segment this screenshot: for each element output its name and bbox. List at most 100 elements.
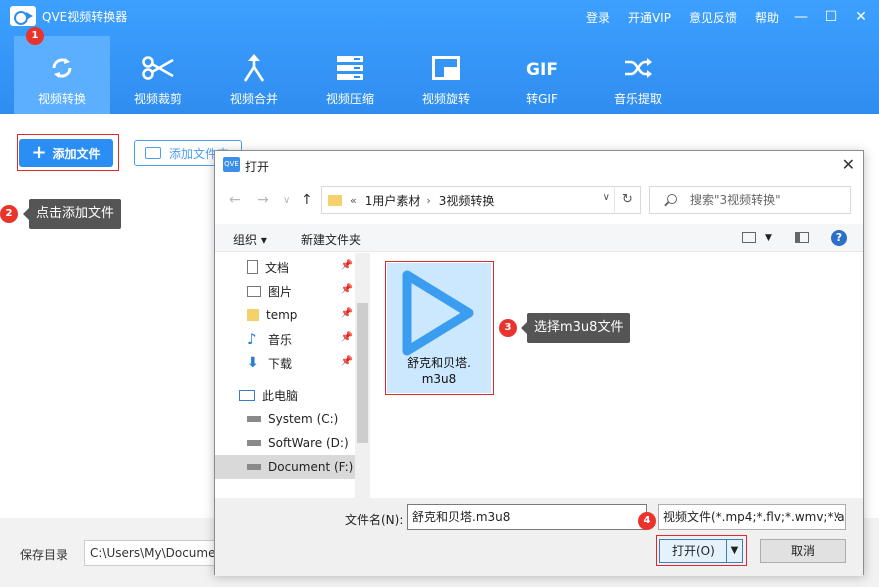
view-dropdown-icon[interactable]: ▼ <box>765 233 772 243</box>
pin-icon: 📌 <box>340 356 353 367</box>
nav-item-label: 此电脑 <box>262 388 299 403</box>
document-icon <box>247 260 258 274</box>
dialog-close-button[interactable]: ✕ <box>842 155 855 174</box>
dialog-app-icon: QVE <box>223 157 240 172</box>
step-badge-1: 1 <box>26 27 44 45</box>
nav-item-label: Document (F:) <box>268 460 354 474</box>
tool-video-convert[interactable]: 视频转换 <box>14 36 110 114</box>
vip-link[interactable]: 开通VIP <box>628 9 671 26</box>
nav-item-downloads[interactable]: ⬇ 下载 📌 <box>215 351 355 375</box>
compress-icon <box>330 54 370 82</box>
dialog-titlebar: QVE 打开 ✕ <box>215 151 863 181</box>
nav-item-music[interactable]: ♪ 音乐 📌 <box>215 327 355 351</box>
pin-icon: 📌 <box>340 308 353 319</box>
login-link[interactable]: 登录 <box>586 9 610 26</box>
top-links: 登录 开通VIP 意见反馈 帮助 <box>586 9 779 26</box>
nav-item-label: 文档 <box>265 260 290 275</box>
app-title: QVE视频转换器 <box>42 10 128 24</box>
app-header: QVE视频转换器 登录 开通VIP 意见反馈 帮助 — ☐ ✕ 视频转换 视频裁… <box>0 0 879 114</box>
forward-arrow-icon[interactable]: → <box>257 192 269 208</box>
view-options-icon[interactable] <box>742 232 756 243</box>
nav-item-pictures[interactable]: 图片 📌 <box>215 279 355 303</box>
nav-scrollbar-thumb[interactable] <box>357 303 368 443</box>
preview-pane-icon[interactable] <box>795 232 809 243</box>
app-logo-icon <box>10 6 36 26</box>
highlight-file <box>385 261 494 395</box>
recent-dropdown-icon[interactable]: ∨ <box>283 195 290 206</box>
nav-item-this-pc[interactable]: 此电脑 <box>215 383 355 407</box>
nav-item-label: 下载 <box>268 356 293 371</box>
nav-item-drive-c[interactable]: System (C:) <box>215 407 355 431</box>
dialog-command-bar: 组织 ▾ 新建文件夹 ▼ ? <box>215 224 863 252</box>
shuffle-icon <box>618 54 658 82</box>
nav-item-drive-f[interactable]: Document (F:) <box>215 455 355 479</box>
tool-label: 视频转换 <box>37 92 86 106</box>
feedback-link[interactable]: 意见反馈 <box>689 9 737 26</box>
step-tip-3: 选择m3u8文件 <box>520 313 631 343</box>
dialog-title: 打开 <box>245 160 270 174</box>
highlight-add-file <box>17 134 119 171</box>
search-icon <box>667 194 677 204</box>
tool-to-gif[interactable]: GIF 转GIF <box>494 36 590 114</box>
drive-icon <box>247 416 261 422</box>
minimize-button[interactable]: — <box>790 6 812 28</box>
scissors-icon <box>138 54 178 82</box>
cancel-button[interactable]: 取消 <box>760 539 846 563</box>
drive-icon <box>247 440 261 446</box>
chevron-right-icon: › <box>426 193 431 207</box>
step-badge-3: 3 <box>499 319 517 337</box>
maximize-button[interactable]: ☐ <box>820 6 842 28</box>
toolbar: 视频转换 视频裁剪 视频合并 视频压缩 视频旋转 GIF 转GIF 音乐提取 <box>14 36 686 114</box>
dialog-footer: 文件名(N): 舒克和贝塔.m3u8 视频文件(*.mp4;*.flv;*.wm… <box>215 498 863 576</box>
drive-icon <box>247 464 261 470</box>
nav-scrollbar[interactable] <box>355 253 370 498</box>
music-icon: ♪ <box>247 330 257 348</box>
file-type-select[interactable]: 视频文件(*.mp4;*.flv;*.wmv;*.a <box>658 504 846 530</box>
organize-menu[interactable]: 组织 ▾ <box>233 231 267 248</box>
overflow-chevron-icon[interactable]: « <box>350 194 357 207</box>
back-arrow-icon[interactable]: ← <box>229 192 241 208</box>
picture-icon <box>247 285 261 297</box>
address-bar[interactable]: « 1用户素材 › 3视频转换 ∨ ↻ <box>321 186 641 214</box>
pin-icon: 📌 <box>340 284 353 295</box>
step-tip-2: 点击添加文件 <box>22 199 122 229</box>
search-input[interactable]: 搜索"3视频转换" <box>649 186 851 214</box>
tool-label: 视频裁剪 <box>133 92 182 106</box>
tool-video-merge[interactable]: 视频合并 <box>206 36 302 114</box>
address-dropdown-icon[interactable]: ∨ <box>603 192 610 203</box>
tool-label: 转GIF <box>526 92 558 106</box>
open-file-dialog: QVE 打开 ✕ ← → ∨ ↑ « 1用户素材 › 3视频转换 ∨ ↻ 搜索"… <box>214 150 864 576</box>
nav-item-label: 图片 <box>268 284 293 299</box>
dialog-nav-row: ← → ∨ ↑ « 1用户素材 › 3视频转换 ∨ ↻ 搜索"3视频转换" <box>215 185 863 217</box>
close-app-button[interactable]: ✕ <box>850 6 872 28</box>
svg-text:GIF: GIF <box>526 60 558 80</box>
tool-video-trim[interactable]: 视频裁剪 <box>110 36 206 114</box>
tool-music-extract[interactable]: 音乐提取 <box>590 36 686 114</box>
gif-icon: GIF <box>522 54 562 82</box>
folder-icon <box>328 194 342 206</box>
tool-video-rotate[interactable]: 视频旋转 <box>398 36 494 114</box>
help-link[interactable]: 帮助 <box>755 9 779 26</box>
folder-icon <box>247 309 259 321</box>
nav-item-drive-d[interactable]: SoftWare (D:) <box>215 431 355 455</box>
convert-icon <box>42 54 82 82</box>
up-arrow-icon[interactable]: ↑ <box>301 192 313 208</box>
nav-item-temp[interactable]: temp 📌 <box>215 303 355 327</box>
filename-label: 文件名(N): <box>345 513 404 527</box>
step-badge-2: 2 <box>0 205 18 223</box>
nav-item-label: 音乐 <box>268 332 293 347</box>
refresh-icon[interactable]: ↻ <box>614 187 640 213</box>
new-folder-button[interactable]: 新建文件夹 <box>301 231 361 248</box>
breadcrumb-segment[interactable]: 1用户素材 <box>365 192 421 209</box>
help-icon[interactable]: ? <box>831 230 847 246</box>
filename-input[interactable]: 舒克和贝塔.m3u8 <box>407 504 647 530</box>
pin-icon: 📌 <box>340 260 353 271</box>
computer-icon <box>239 389 255 401</box>
save-dir-input[interactable]: C:\Users\My\Documents <box>84 540 224 566</box>
nav-item-label: System (C:) <box>268 412 339 426</box>
nav-item-documents[interactable]: 文档 📌 <box>215 255 355 279</box>
tool-video-compress[interactable]: 视频压缩 <box>302 36 398 114</box>
chevron-down-icon: ∨ <box>833 510 841 521</box>
tool-label: 视频旋转 <box>421 92 470 106</box>
breadcrumb-segment[interactable]: 3视频转换 <box>439 192 495 209</box>
